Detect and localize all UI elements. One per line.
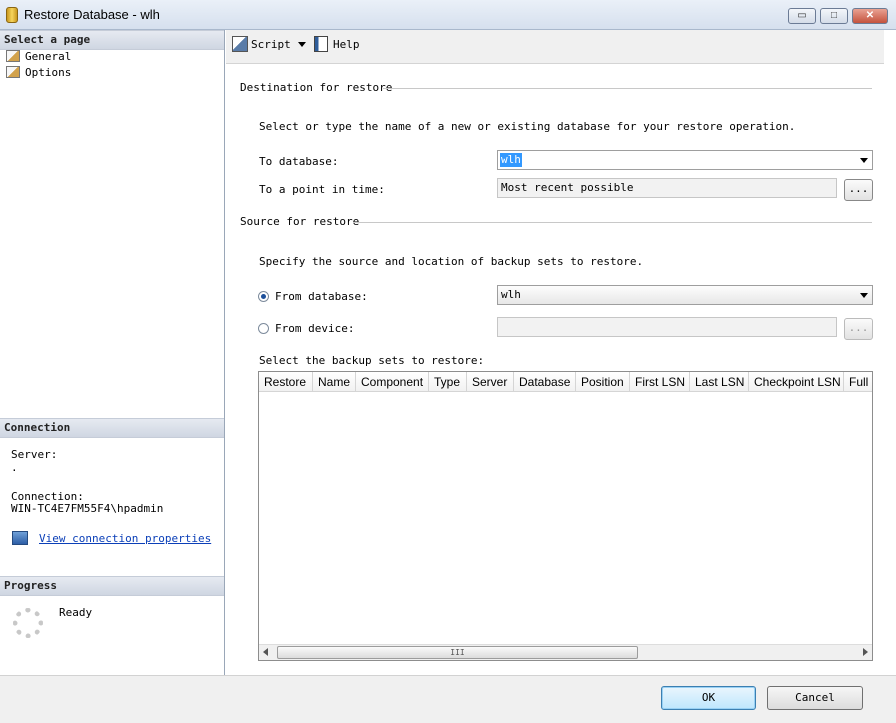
from-database-value: wlh xyxy=(501,288,521,301)
from-device-browse-button[interactable]: ... xyxy=(844,318,873,340)
backup-sets-label: Select the backup sets to restore: xyxy=(259,354,485,367)
scroll-left-icon[interactable] xyxy=(263,648,268,656)
page-item-options[interactable]: Options xyxy=(6,65,71,81)
page-item-general[interactable]: General xyxy=(6,49,71,65)
server-value: . xyxy=(11,461,18,474)
progress-status: Ready xyxy=(59,606,93,619)
column-header[interactable]: Name xyxy=(313,372,356,392)
destination-instructions: Select or type the name of a new or exis… xyxy=(259,120,796,133)
toolbar: Script Help xyxy=(226,30,884,64)
from-device-label: From device: xyxy=(275,322,355,335)
to-database-combo[interactable]: wlh xyxy=(497,150,873,170)
column-header[interactable]: Server xyxy=(467,372,514,392)
from-database-label: From database: xyxy=(275,290,368,303)
page-icon xyxy=(6,66,20,78)
horizontal-scrollbar[interactable]: III xyxy=(259,644,872,660)
backup-sets-grid[interactable]: Restore Name Component Type Server Datab… xyxy=(258,371,873,661)
from-device-radio[interactable] xyxy=(258,323,269,334)
script-icon xyxy=(232,36,248,52)
minimize-button[interactable]: ▭ xyxy=(788,8,816,24)
scroll-thumb[interactable]: III xyxy=(277,646,638,659)
to-database-label: To database: xyxy=(259,155,339,168)
column-header[interactable]: Position xyxy=(576,372,630,392)
column-header[interactable]: Type xyxy=(429,372,467,392)
cancel-button[interactable]: Cancel xyxy=(767,686,863,710)
view-connection-properties-link[interactable]: View connection properties xyxy=(39,532,211,545)
select-page-header: Select a page xyxy=(0,30,224,50)
script-dropdown-arrow-icon[interactable] xyxy=(298,42,306,47)
column-header[interactable]: Last LSN xyxy=(690,372,749,392)
source-instructions: Specify the source and location of backu… xyxy=(259,255,644,268)
point-in-time-browse-button[interactable]: ... xyxy=(844,179,873,201)
chevron-down-icon xyxy=(860,293,868,298)
server-label: Server: xyxy=(11,448,58,461)
progress-header: Progress xyxy=(0,576,224,596)
source-group-title: Source for restore xyxy=(240,215,360,228)
page-icon xyxy=(6,50,20,62)
source-divider xyxy=(353,222,872,223)
database-icon xyxy=(6,7,18,23)
to-database-value: wlh xyxy=(500,153,522,167)
destination-divider xyxy=(383,88,872,89)
maximize-button[interactable]: □ xyxy=(820,8,848,24)
connection-value: WIN-TC4E7FM55F4\hpadmin xyxy=(11,502,164,515)
chevron-down-icon xyxy=(860,158,868,163)
from-device-field xyxy=(497,317,837,337)
destination-group-title: Destination for restore xyxy=(240,81,393,94)
column-header[interactable]: Database xyxy=(514,372,576,392)
column-header[interactable]: Full L xyxy=(844,372,872,392)
dialog-footer: OK Cancel xyxy=(0,675,896,723)
point-in-time-field: Most recent possible xyxy=(497,178,837,198)
column-header[interactable]: Checkpoint LSN xyxy=(749,372,844,392)
ok-button[interactable]: OK xyxy=(661,686,756,710)
scroll-right-icon[interactable] xyxy=(863,648,868,656)
help-button[interactable]: Help xyxy=(333,38,360,51)
help-icon xyxy=(314,36,328,52)
point-in-time-label: To a point in time: xyxy=(259,183,385,196)
column-header[interactable]: First LSN xyxy=(630,372,690,392)
from-database-radio[interactable] xyxy=(258,291,269,302)
grid-header: Restore Name Component Type Server Datab… xyxy=(259,372,872,392)
left-pane: Select a page General Options Connection… xyxy=(0,30,225,675)
from-database-combo[interactable]: wlh xyxy=(497,285,873,305)
title-bar: Restore Database - wlh ▭ □ ✕ xyxy=(0,0,896,30)
script-button[interactable]: Script xyxy=(251,38,291,51)
connection-properties-icon xyxy=(12,531,28,545)
column-header[interactable]: Restore xyxy=(259,372,313,392)
window-title: Restore Database - wlh xyxy=(24,7,160,22)
progress-spinner-icon xyxy=(13,608,43,638)
connection-header: Connection xyxy=(0,418,224,438)
column-header[interactable]: Component xyxy=(356,372,429,392)
close-button[interactable]: ✕ xyxy=(852,8,888,24)
